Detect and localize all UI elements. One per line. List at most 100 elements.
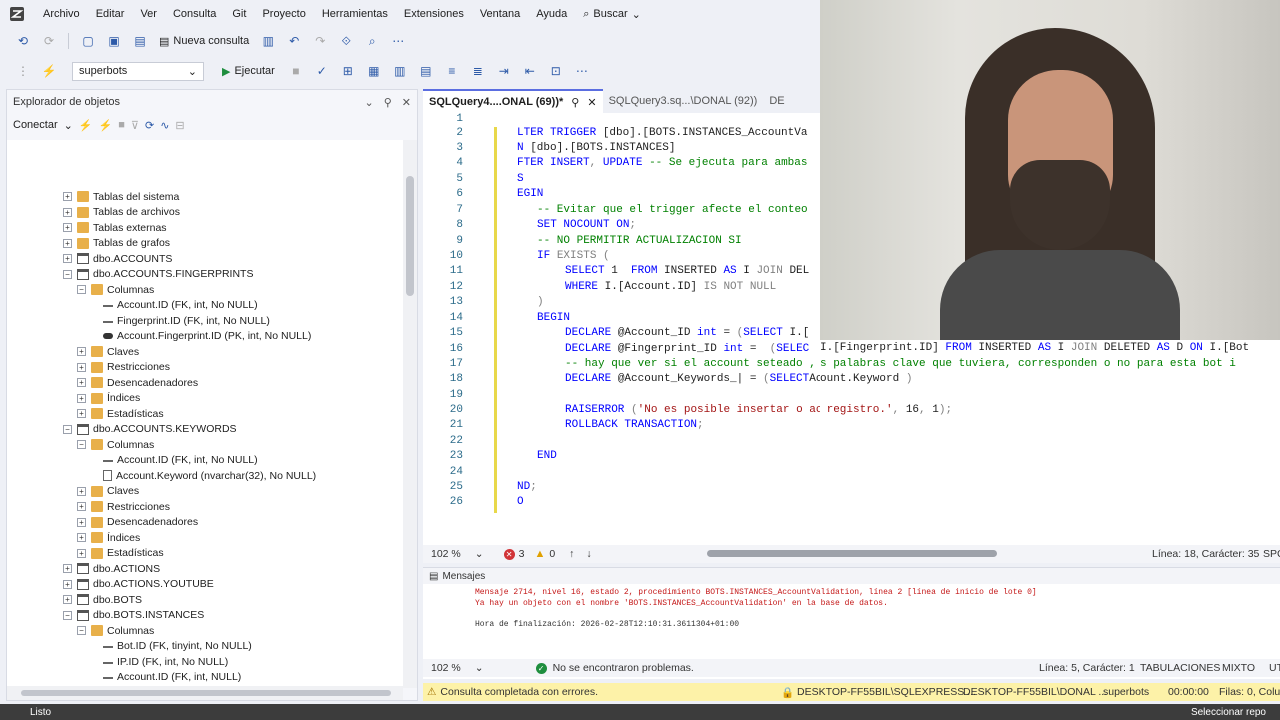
expand-icon[interactable]: + [77, 486, 86, 496]
editor-horizontal-scrollbar[interactable] [707, 550, 997, 557]
collapse-icon[interactable]: − [77, 626, 86, 636]
tree-node[interactable]: + Estadísticas [77, 406, 164, 422]
execute-button[interactable]: ▶ Ejecutar [216, 65, 281, 78]
results-grid-icon[interactable]: ▦ [366, 63, 382, 79]
expand-icon[interactable]: + [77, 548, 86, 558]
indent-icon[interactable]: ⇥ [496, 63, 512, 79]
tree-node[interactable]: + Tablas de grafos [63, 236, 170, 252]
expand-icon[interactable]: + [63, 192, 72, 202]
new-file-icon[interactable]: ▢ [80, 33, 96, 49]
tab-sqlquery3[interactable]: SQLQuery3.sq...\DONAL (92)) [603, 89, 764, 113]
collapse-icon[interactable]: − [63, 269, 72, 279]
plan-icon[interactable]: ⊞ [340, 63, 356, 79]
save-all-icon[interactable]: ▤ [132, 33, 148, 49]
collapse-icon[interactable]: − [63, 424, 72, 434]
refresh-icon[interactable]: ⟳ [145, 119, 154, 132]
collapse-icon[interactable]: − [77, 440, 86, 450]
stop-icon[interactable]: ■ [118, 119, 125, 131]
arrow-down-icon[interactable]: ↓ [586, 548, 591, 560]
tree-node[interactable]: + Índices [77, 530, 140, 546]
menu-ventana[interactable]: Ventana [472, 8, 528, 20]
connect-icon[interactable]: ⚡ [41, 63, 57, 79]
database-select[interactable]: superbots ⌄ [72, 61, 204, 81]
sql-editor-continuation[interactable]: I.[Fingerprint.ID] FROM INSERTED AS I JO… [820, 340, 1280, 545]
tree-node[interactable]: + Claves [77, 484, 139, 500]
expand-icon[interactable]: + [63, 564, 72, 574]
menu-consulta[interactable]: Consulta [165, 8, 224, 20]
collapse-icon[interactable]: − [63, 610, 72, 620]
error-count[interactable]: ✕ 3 [503, 548, 524, 560]
expand-icon[interactable]: + [77, 502, 86, 512]
redo-icon[interactable]: ↷ [312, 33, 328, 49]
tree-node[interactable]: Account.ID (FK, int, No NULL) [103, 453, 258, 469]
more-icon[interactable]: ⋯ [390, 33, 406, 49]
close-icon[interactable]: ✕ [587, 96, 596, 109]
expand-icon[interactable]: + [77, 409, 86, 419]
tree-vertical-scrollbar[interactable] [403, 140, 417, 688]
connect-button[interactable]: Conectar [13, 119, 58, 131]
select-repo-button[interactable]: Seleccionar repo [1191, 707, 1266, 718]
expand-icon[interactable]: + [77, 378, 86, 388]
search-button[interactable]: ⌕ Buscar ⌄ [575, 8, 649, 21]
tab-sqlquery4[interactable]: SQLQuery4....ONAL (69))* ⚲ ✕ [423, 89, 603, 113]
tab-messages[interactable]: ▤ Mensajes [423, 568, 1280, 584]
parse-icon[interactable]: ✓ [314, 63, 330, 79]
tree-node[interactable]: Account.Keyword (nvarchar(32), No NULL) [103, 468, 316, 484]
scrollbar-thumb[interactable] [406, 176, 414, 296]
zoom-select[interactable]: 102 % ⌄ [423, 548, 484, 560]
expand-icon[interactable]: + [77, 517, 86, 527]
more-icon[interactable]: ⋯ [574, 63, 590, 79]
tree-node[interactable]: Account.Fingerprint.ID (PK, int, No NULL… [103, 329, 311, 345]
activity-icon[interactable]: ∿ [160, 119, 169, 132]
tree-node[interactable]: − dbo.ACCOUNTS.KEYWORDS [63, 422, 237, 438]
tree-node[interactable]: − Columnas [77, 623, 154, 639]
scrollbar-thumb[interactable] [21, 690, 391, 696]
query-file-icon[interactable]: ▥ [260, 33, 276, 49]
forward-icon[interactable]: ⟳ [41, 33, 57, 49]
connect-icon[interactable]: ⚡ [79, 119, 93, 132]
expand-icon[interactable]: + [63, 238, 72, 248]
stop-icon[interactable]: ■ [288, 63, 304, 79]
tree-node[interactable]: + Claves [77, 344, 139, 360]
warning-count[interactable]: ▲ 0 [534, 548, 555, 560]
menu-git[interactable]: Git [224, 8, 254, 20]
undo-icon[interactable]: ↶ [286, 33, 302, 49]
new-query-button[interactable]: ▤ Nueva consulta [155, 35, 253, 48]
tree-node[interactable]: − Columnas [77, 282, 154, 298]
expand-icon[interactable]: + [63, 595, 72, 605]
tree-node[interactable]: − dbo.ACCOUNTS.FINGERPRINTS [63, 267, 253, 283]
tree-node[interactable]: Bot.ID (FK, tinyint, No NULL) [103, 639, 252, 655]
pin-icon[interactable]: ⚲ [384, 96, 392, 109]
activity-icon[interactable]: ⟐ [338, 33, 354, 49]
expand-icon[interactable]: + [77, 393, 86, 403]
back-icon[interactable]: ⟲ [15, 33, 31, 49]
tree-node[interactable]: + dbo.BOTS [63, 592, 142, 608]
tree-node[interactable]: + dbo.ACCOUNTS [63, 251, 172, 267]
chevron-down-icon[interactable]: ⌄ [365, 96, 374, 109]
uncomment-icon[interactable]: ≣ [470, 63, 486, 79]
tree-node[interactable]: + Desencadenadores [77, 515, 198, 531]
sql-editor[interactable]: 1 2 3 4 5 6 7 8 9 10 11 12 13 14 15 16 17 18 19 20 21 22 23 24 2… [423, 113, 823, 545]
tree-node[interactable]: Account.ID (FK, int, NULL) [103, 670, 241, 686]
results-text-icon[interactable]: ▥ [392, 63, 408, 79]
comment-icon[interactable]: ≡ [444, 63, 460, 79]
tree-node[interactable]: Fingerprint.ID (FK, int, No NULL) [103, 313, 270, 329]
menu-ayuda[interactable]: Ayuda [528, 8, 575, 20]
menu-archivo[interactable]: Archivo [35, 8, 88, 20]
tree-node[interactable]: + Índices [77, 391, 140, 407]
tree-node[interactable]: − Columnas [77, 437, 154, 453]
arrow-up-icon[interactable]: ↑ [569, 548, 574, 560]
chevron-down-icon[interactable]: ⌄ [64, 119, 73, 132]
save-icon[interactable]: ▣ [106, 33, 122, 49]
tree-horizontal-scrollbar[interactable] [7, 686, 403, 700]
tree-node[interactable]: IP.ID (FK, int, No NULL) [103, 654, 228, 670]
expand-icon[interactable]: + [77, 533, 86, 543]
expand-icon[interactable]: + [77, 347, 86, 357]
tree-node[interactable]: + dbo.ACTIONS [63, 561, 160, 577]
filter-icon[interactable]: ⊽ [131, 119, 139, 132]
disconnect-icon[interactable]: ⚡ [99, 119, 113, 132]
tree-node[interactable]: − dbo.BOTS.INSTANCES [63, 608, 204, 624]
close-icon[interactable]: ✕ [402, 96, 411, 109]
outdent-icon[interactable]: ⇤ [522, 63, 538, 79]
results-file-icon[interactable]: ▤ [418, 63, 434, 79]
